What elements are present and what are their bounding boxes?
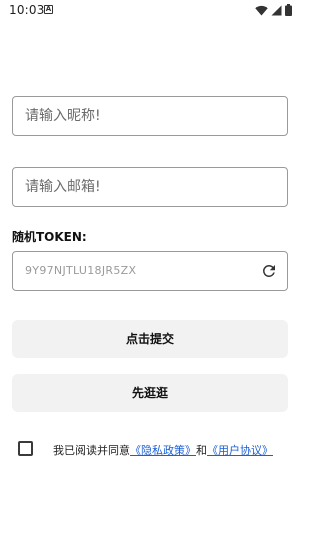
agreement-prefix: 我已阅读并同意 [53, 444, 130, 457]
agreement-text: 我已阅读并同意《隐私政策》和《用户协议》 [53, 442, 273, 458]
wifi-icon [255, 5, 268, 15]
battery-icon [285, 4, 292, 16]
agreement-connector: 和 [196, 444, 207, 457]
agree-checkbox[interactable] [18, 441, 33, 456]
email-field[interactable] [12, 167, 288, 207]
signal-icon [271, 5, 282, 15]
submit-button[interactable]: 点击提交 [12, 320, 288, 358]
browse-button[interactable]: 先逛逛 [12, 374, 288, 412]
token-label: 随机TOKEN: [12, 230, 87, 244]
email-input[interactable] [13, 168, 287, 206]
user-agreement-link[interactable]: 《用户协议》 [207, 444, 273, 457]
status-icons [255, 4, 292, 16]
token-value: 9Y97NJTLU18JR5ZX [25, 264, 137, 277]
token-field: 9Y97NJTLU18JR5ZX [12, 251, 288, 291]
notification-icon: A [44, 5, 53, 14]
status-bar: 10:03 A [0, 0, 300, 22]
nickname-input[interactable] [13, 97, 287, 135]
agreement-row: 我已阅读并同意《隐私政策》和《用户协议》 [18, 440, 293, 458]
status-time: 10:03 [9, 3, 45, 17]
refresh-icon[interactable] [260, 262, 278, 280]
privacy-policy-link[interactable]: 《隐私政策》 [130, 444, 196, 457]
nickname-field[interactable] [12, 96, 288, 136]
